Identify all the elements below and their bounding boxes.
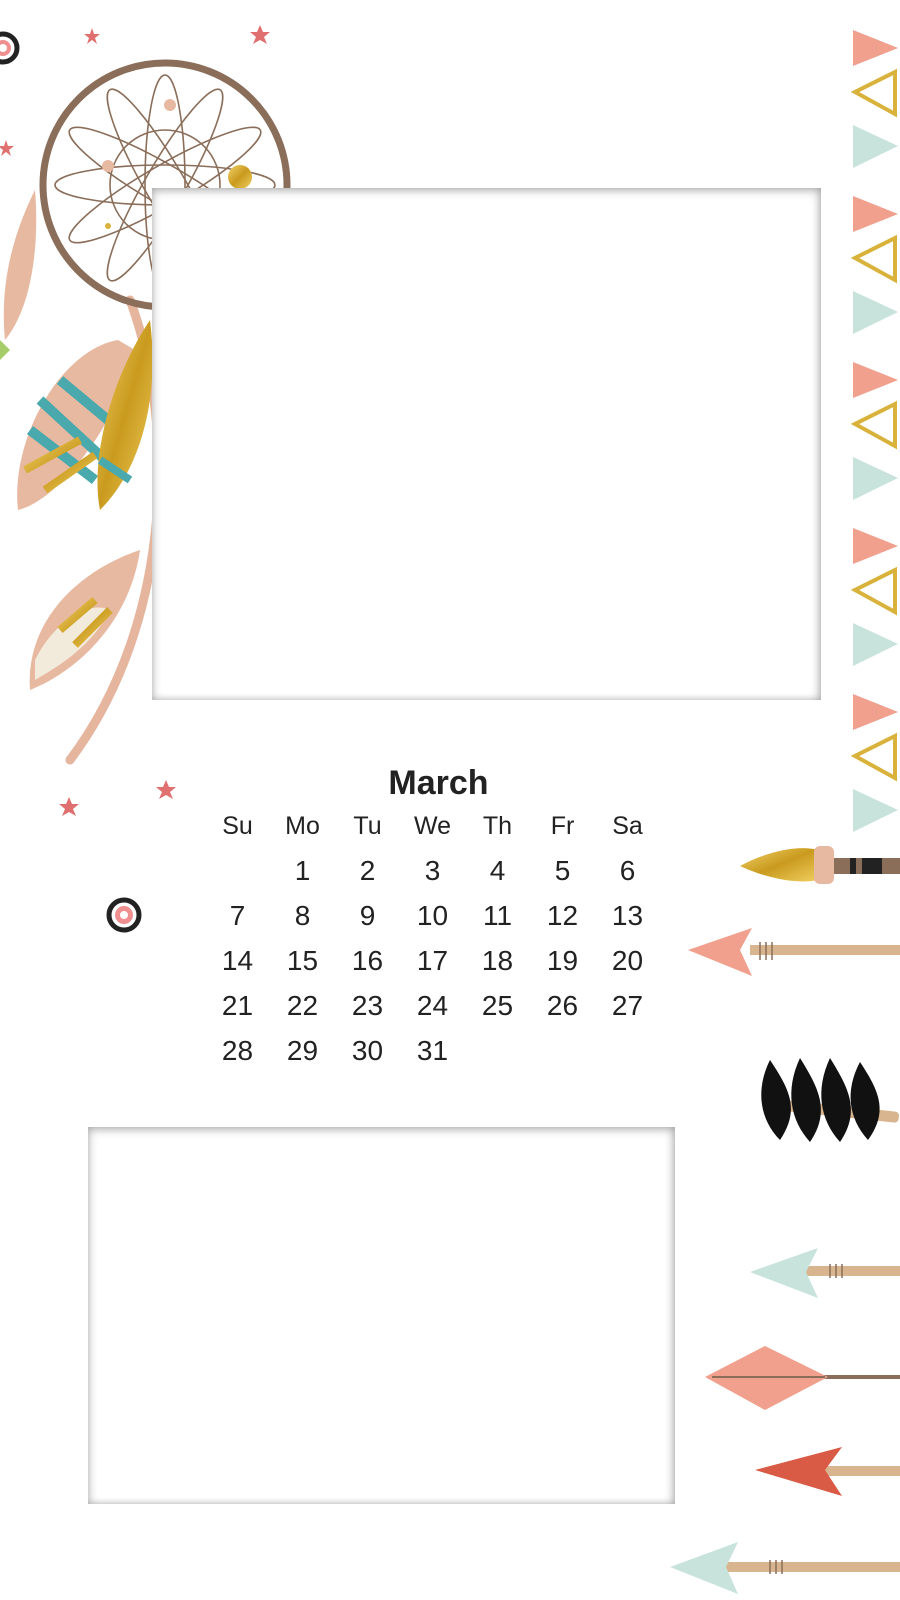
arrow-icon (705, 1346, 900, 1410)
day-cell: 11 (482, 900, 513, 931)
day-cell: 2 (359, 855, 376, 886)
day-cell: 17 (416, 945, 449, 976)
arrow-icon (688, 928, 900, 976)
day-cell: 29 (286, 1035, 319, 1066)
weekday-label: Mo (285, 812, 320, 840)
star-icon (156, 780, 176, 799)
day-cell: 8 (294, 900, 311, 931)
day-cell: 18 (481, 945, 514, 976)
day-cell: 7 (229, 900, 246, 931)
day-cell (595, 1028, 660, 1073)
day-cell: 20 (611, 945, 644, 976)
day-cell: 28 (221, 1035, 254, 1066)
day-cell: 22 (286, 990, 319, 1021)
day-cell (465, 1028, 530, 1073)
day-cell: 9 (359, 900, 376, 931)
star-icon (84, 28, 100, 44)
star-icon (59, 797, 79, 816)
day-cell: 5 (554, 855, 571, 886)
day-cell: 25 (481, 990, 514, 1021)
ring-icon (106, 897, 142, 933)
star-icon (250, 25, 270, 44)
day-cell: 13 (611, 900, 644, 931)
brush-arrow-icon (740, 846, 900, 884)
weekday-label: We (413, 812, 452, 840)
bunting-group (850, 30, 898, 168)
star-icon (0, 140, 14, 156)
day-cell: 14 (221, 945, 254, 976)
weekday-label: Su (222, 812, 253, 840)
day-cell: 4 (489, 855, 506, 886)
day-grid: 1 2 3 4 5 6 7 8 9 10 11 12 13 14 15 16 1… (205, 848, 660, 1073)
arrow-icon (755, 1447, 900, 1496)
weekday-label: Sa (612, 812, 643, 840)
day-cell: 10 (416, 900, 449, 931)
calendar: March Su Mo Tu We Th Fr Sa 1 2 3 4 5 6 7… (205, 762, 660, 1073)
day-cell: 21 (221, 990, 254, 1021)
day-cell: 30 (351, 1035, 384, 1066)
day-cell: 19 (546, 945, 579, 976)
day-cell: 31 (416, 1035, 449, 1066)
day-cell: 23 (351, 990, 384, 1021)
feather-arrow-icon (761, 1058, 899, 1142)
photo-frame-top[interactable] (152, 188, 821, 700)
photo-frame-bottom[interactable] (88, 1127, 675, 1504)
weekday-label: Th (482, 812, 513, 840)
day-cell: 12 (546, 900, 579, 931)
day-cell: 27 (611, 990, 644, 1021)
arrow-icon (750, 1248, 900, 1298)
weekday-label: Tu (353, 812, 382, 840)
month-title: March (388, 764, 489, 802)
triangle-bunting (850, 30, 898, 832)
day-cell: 24 (416, 990, 449, 1021)
day-cell: 6 (619, 855, 636, 886)
arrow-icon (670, 1542, 900, 1594)
weekday-label: Fr (550, 812, 575, 840)
day-cell: 15 (286, 945, 319, 976)
day-cell (205, 848, 270, 893)
day-cell (530, 1028, 595, 1073)
ring-icon (0, 31, 20, 65)
day-cell: 3 (424, 855, 441, 886)
weekday-header: Su Mo Tu We Th Fr Sa (205, 804, 660, 848)
day-cell: 16 (351, 945, 384, 976)
day-cell: 26 (546, 990, 579, 1021)
day-cell: 1 (294, 855, 311, 886)
